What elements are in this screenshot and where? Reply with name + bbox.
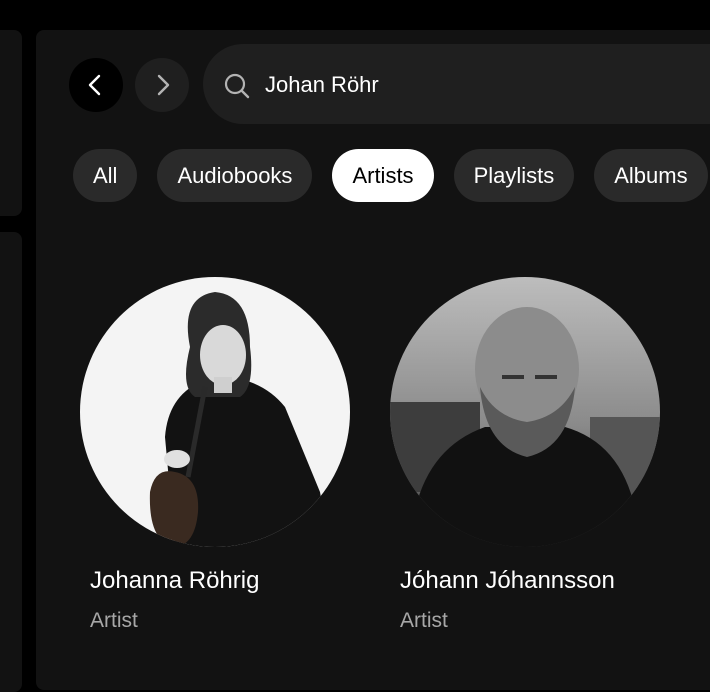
filter-chips: All Audiobooks Artists Playlists Albums — [73, 149, 708, 202]
search-bar[interactable] — [203, 44, 710, 124]
sidebar-panel-bottom — [0, 232, 22, 692]
artist-name[interactable]: Johanna Röhrig — [80, 567, 360, 595]
filter-chip-albums[interactable]: Albums — [594, 149, 708, 202]
back-button[interactable] — [69, 58, 123, 112]
filter-chip-artists[interactable]: Artists — [332, 149, 434, 202]
artist-type-label: Artist — [400, 609, 448, 632]
filter-chip-audiobooks[interactable]: Audiobooks — [157, 149, 313, 202]
search-input[interactable] — [263, 66, 710, 104]
chevron-right-icon — [157, 74, 170, 96]
artist-photo — [80, 277, 350, 547]
forward-button[interactable] — [135, 58, 189, 112]
artist-card[interactable]: Johanna Röhrig Artist — [80, 277, 360, 633]
search-icon — [224, 73, 250, 99]
main-panel: All Audiobooks Artists Playlists Albums … — [36, 30, 710, 690]
filter-chip-all[interactable]: All — [73, 149, 138, 202]
artist-card[interactable]: Jóhann Jóhannsson Artist — [390, 277, 670, 633]
artist-photo — [390, 277, 660, 547]
sidebar-panel-top — [0, 30, 22, 216]
artist-name[interactable]: Jóhann Jóhannsson — [390, 567, 670, 595]
filter-chip-playlists[interactable]: Playlists — [453, 149, 575, 202]
artist-type-label: Artist — [90, 609, 138, 632]
artist-avatar[interactable] — [390, 277, 660, 547]
artist-avatar[interactable] — [80, 277, 350, 547]
chevron-left-icon — [88, 74, 101, 96]
